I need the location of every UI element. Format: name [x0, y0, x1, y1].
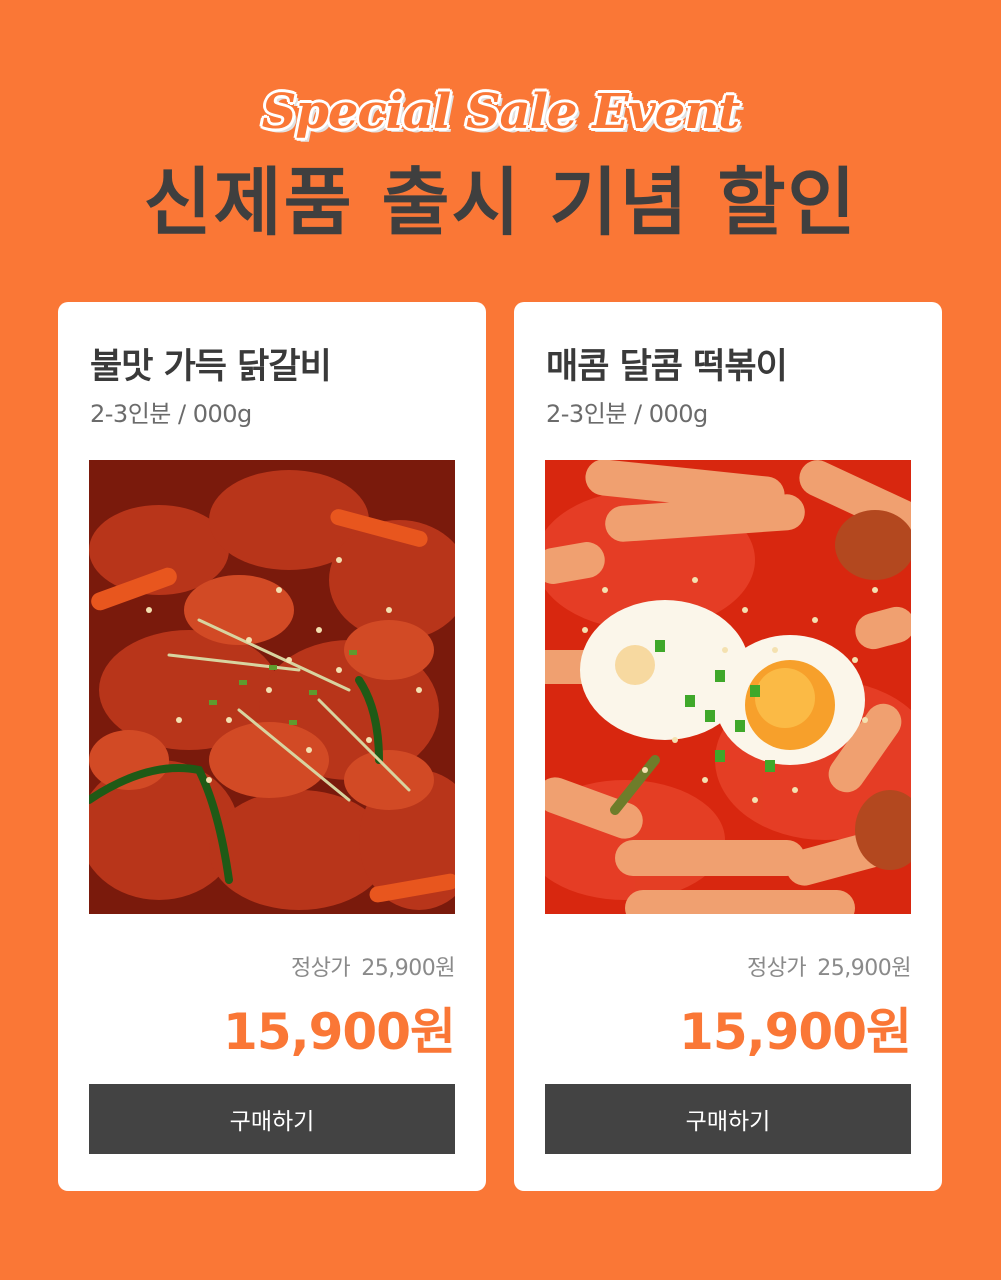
product-portion: 2-3인분 / 000g [546, 400, 708, 428]
promo-header: Special Sale Event 신제품 출시 기념 할인 [0, 0, 1001, 290]
product-name: 불맛 가득 닭갈비 [90, 347, 332, 387]
buy-button[interactable]: 구매하기 [545, 1084, 911, 1154]
product-card-tteokbokki[interactable]: 매콤 달콤 떡볶이 2-3인분 / 000g 정상가 25,900원 15,90… [514, 302, 942, 1191]
event-tag: Special Sale Event [261, 84, 741, 140]
product-portion: 2-3인분 / 000g [90, 400, 252, 428]
page-title: 신제품 출시 기념 할인 [143, 160, 858, 246]
tteokbokki-image [545, 460, 911, 914]
buy-button[interactable]: 구매하기 [89, 1084, 455, 1154]
product-card-dakgalbi[interactable]: 불맛 가득 닭갈비 2-3인분 / 000g 정상가 25,900원 15,90… [58, 302, 486, 1191]
regular-price: 정상가 25,900원 [290, 950, 456, 982]
tteokbokki-photo[interactable] [545, 460, 911, 914]
sale-price: 15,900원 [679, 1003, 912, 1061]
regular-price-label: 정상가 [290, 956, 351, 981]
regular-price-label: 정상가 [746, 956, 807, 981]
dakgalbi-photo[interactable] [89, 460, 455, 914]
dakgalbi-image [89, 460, 455, 914]
product-name: 매콤 달콤 떡볶이 [546, 347, 788, 387]
regular-price: 정상가 25,900원 [746, 950, 912, 982]
sale-price: 15,900원 [223, 1003, 456, 1061]
regular-price-value: 25,900원 [361, 956, 455, 981]
regular-price-value: 25,900원 [817, 956, 911, 981]
